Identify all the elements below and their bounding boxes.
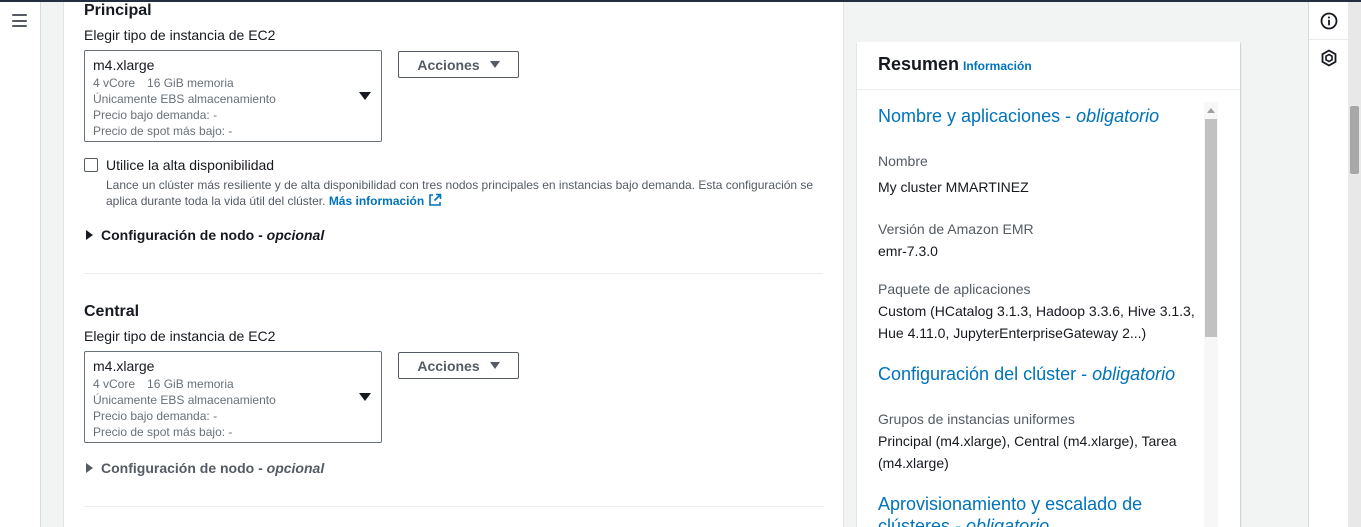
provisioning-link-line2[interactable]: clústeres - obligatorio bbox=[878, 516, 1049, 527]
summary-apps-value: Custom (HCatalog 3.1.3, Hadoop 3.3.6, Hi… bbox=[878, 303, 1195, 341]
central-node-config-label: Configuración de nodo - opcional bbox=[101, 460, 325, 476]
summary-groups-label: Grupos de instancias uniformes bbox=[878, 411, 1075, 427]
left-navigation-rail bbox=[0, 2, 41, 527]
page-scrollbar-thumb[interactable] bbox=[1350, 106, 1359, 174]
central-actions-label: Acciones bbox=[417, 357, 480, 374]
right-tools-rail bbox=[1308, 2, 1349, 527]
caret-right-icon bbox=[86, 463, 93, 473]
central-memory: 16 GiB memoria bbox=[147, 377, 234, 391]
central-vcore: 4 vCore bbox=[93, 377, 136, 391]
principal-actions-label: Acciones bbox=[417, 56, 480, 73]
principal-instance-name: m4.xlarge bbox=[93, 57, 155, 73]
central-instance-type-label: Elegir tipo de instancia de EC2 bbox=[84, 328, 276, 344]
principal-instance-type-label: Elegir tipo de instancia de EC2 bbox=[84, 27, 276, 43]
high-availability-checkbox[interactable] bbox=[84, 158, 98, 172]
summary-info-link[interactable]: Información bbox=[963, 59, 1032, 73]
summary-apps-label: Paquete de aplicaciones bbox=[878, 281, 1031, 297]
summary-scrollbar-thumb[interactable] bbox=[1205, 119, 1217, 337]
cluster-config-link[interactable]: Configuración del clúster - obligatorio bbox=[878, 364, 1175, 385]
names-apps-link[interactable]: Nombre y aplicaciones - obligatorio bbox=[878, 106, 1159, 127]
principal-vcore: 4 vCore bbox=[93, 76, 136, 90]
central-spot-price: Precio de spot más bajo: - bbox=[93, 425, 233, 439]
summary-header: Resumen Información bbox=[857, 42, 1240, 90]
central-node-config-expander[interactable]: Configuración de nodo - opcional bbox=[86, 460, 324, 476]
central-instance-specs: 4 vCore 16 GiB memoria bbox=[93, 377, 234, 391]
caret-down-icon bbox=[359, 393, 371, 401]
high-availability-description-text: Lance un clúster más resiliente y de alt… bbox=[106, 178, 814, 208]
more-info-link[interactable]: Más información bbox=[329, 193, 442, 208]
principal-spot-price: Precio de spot más bajo: - bbox=[93, 124, 233, 138]
principal-section-title: Principal bbox=[84, 2, 152, 19]
principal-node-config-expander[interactable]: Configuración de nodo - opcional bbox=[86, 227, 324, 243]
principal-storage: Únicamente EBS almacenamiento bbox=[93, 92, 276, 106]
hexagon-help-icon[interactable] bbox=[1320, 49, 1338, 67]
principal-instance-type-select[interactable]: m4.xlarge 4 vCore 16 GiB memoria Únicamen… bbox=[84, 50, 382, 142]
section-divider bbox=[84, 506, 823, 507]
high-availability-description: Lance un clúster más resiliente y de alt… bbox=[106, 177, 826, 209]
more-info-link-text[interactable]: Más información bbox=[329, 194, 424, 208]
section-divider bbox=[84, 273, 823, 274]
principal-instance-specs: 4 vCore 16 GiB memoria bbox=[93, 76, 234, 90]
summary-groups-value: Principal (m4.xlarge), Central (m4.xlarg… bbox=[878, 433, 1177, 471]
page-scrollbar[interactable] bbox=[1348, 2, 1361, 527]
principal-on-demand-price: Precio bajo demanda: - bbox=[93, 108, 218, 122]
central-instance-name: m4.xlarge bbox=[93, 358, 155, 374]
principal-actions-button[interactable]: Acciones bbox=[398, 51, 519, 78]
high-availability-label[interactable]: Utilice la alta disponibilidad bbox=[106, 157, 274, 173]
central-instance-type-select[interactable]: m4.xlarge 4 vCore 16 GiB memoria Únicamen… bbox=[84, 351, 382, 443]
central-on-demand-price: Precio bajo demanda: - bbox=[93, 409, 218, 423]
summary-scrollbar[interactable] bbox=[1204, 102, 1218, 527]
summary-title: Resumen bbox=[878, 54, 960, 74]
summary-name-label: Nombre bbox=[878, 153, 928, 169]
external-link-icon bbox=[429, 193, 442, 206]
info-circle-icon[interactable] bbox=[1320, 12, 1338, 30]
central-actions-button[interactable]: Acciones bbox=[398, 352, 519, 379]
summary-name-value: My cluster MMARTINEZ bbox=[878, 179, 1029, 195]
principal-memory: 16 GiB memoria bbox=[147, 76, 234, 90]
summary-emr-value: emr-7.3.0 bbox=[878, 243, 938, 259]
central-section-title: Central bbox=[84, 303, 140, 320]
caret-down-icon bbox=[489, 61, 500, 68]
hamburger-menu-icon[interactable] bbox=[12, 14, 27, 27]
summary-emr-label: Versión de Amazon EMR bbox=[878, 221, 1034, 237]
provisioning-link[interactable]: Aprovisionamiento y escalado de bbox=[878, 494, 1142, 515]
caret-down-icon bbox=[489, 362, 500, 369]
scroll-up-icon[interactable] bbox=[1207, 108, 1215, 113]
principal-node-config-label: Configuración de nodo - opcional bbox=[101, 227, 325, 243]
summary-card: Resumen Información Nombre y aplicacione… bbox=[857, 42, 1240, 527]
central-storage: Únicamente EBS almacenamiento bbox=[93, 393, 276, 407]
rail-divider bbox=[1309, 39, 1349, 40]
caret-right-icon bbox=[86, 230, 93, 240]
caret-down-icon bbox=[359, 92, 371, 100]
